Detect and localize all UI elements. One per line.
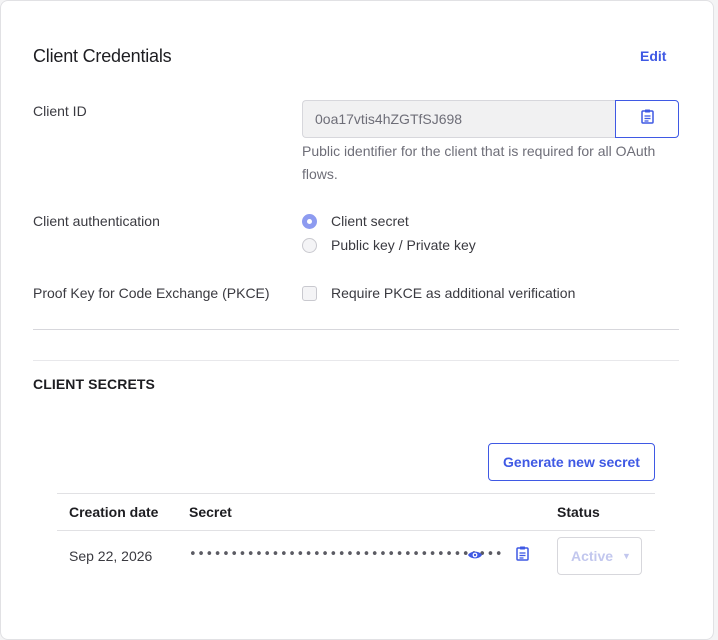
status-dropdown[interactable]: Active ▼ xyxy=(557,537,642,575)
secret-creation-date: Sep 22, 2026 xyxy=(69,548,153,564)
table-header-top-border xyxy=(57,493,655,494)
radio-client-secret-label: Client secret xyxy=(331,213,409,229)
generate-new-secret-button[interactable]: Generate new secret xyxy=(488,443,655,481)
radio-client-secret-control[interactable] xyxy=(302,213,317,229)
secret-masked-value: •••••••••••••••••••••••••••••••••••••• xyxy=(189,547,504,562)
client-id-field[interactable] xyxy=(302,100,615,138)
client-authentication-label: Client authentication xyxy=(33,213,160,229)
radio-client-secret[interactable]: Client secret xyxy=(302,213,409,229)
pkce-label: Proof Key for Code Exchange (PKCE) xyxy=(33,285,270,301)
client-id-field-group xyxy=(302,100,679,138)
client-credentials-panel: Client Credentials Edit Client ID Public… xyxy=(0,0,714,640)
page-title: Client Credentials xyxy=(33,46,172,66)
edit-link[interactable]: Edit xyxy=(640,48,666,64)
caret-down-icon: ▼ xyxy=(622,551,631,561)
pkce-checkbox-label: Require PKCE as additional verification xyxy=(331,285,576,301)
pkce-checkbox-row[interactable]: Require PKCE as additional verification xyxy=(302,285,575,301)
client-secrets-heading: CLIENT SECRETS xyxy=(33,376,155,392)
clipboard-icon[interactable] xyxy=(516,546,529,566)
column-header-status: Status xyxy=(557,504,600,520)
section-divider xyxy=(33,329,679,330)
column-header-creation-date: Creation date xyxy=(69,504,159,520)
client-id-label: Client ID xyxy=(33,103,87,119)
radio-public-private-key[interactable]: Public key / Private key xyxy=(302,237,476,253)
column-header-secret: Secret xyxy=(189,504,232,520)
section-divider xyxy=(33,360,679,361)
eye-icon[interactable] xyxy=(467,548,483,566)
copy-client-id-button[interactable] xyxy=(615,100,679,138)
table-header-bottom-border xyxy=(57,530,655,531)
radio-public-private-key-label: Public key / Private key xyxy=(331,237,476,253)
pkce-checkbox[interactable] xyxy=(302,285,317,301)
client-id-hint: Public identifier for the client that is… xyxy=(302,143,656,182)
status-value: Active xyxy=(571,548,614,564)
clipboard-icon xyxy=(640,109,654,129)
radio-public-private-key-control[interactable] xyxy=(302,237,317,253)
